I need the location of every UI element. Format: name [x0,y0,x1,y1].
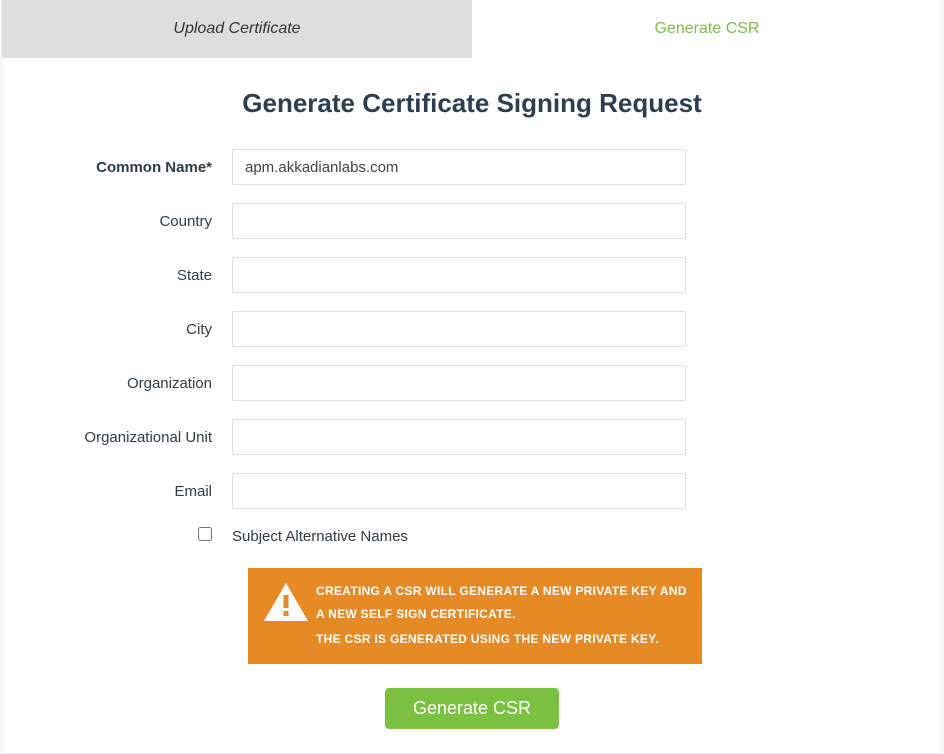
row-submit: Generate CSR [2,688,942,729]
label-state: State [2,267,232,284]
warning-box: CREATING A CSR WILL GENERATE A NEW PRIVA… [248,568,702,664]
row-state: State [2,257,942,293]
row-country: Country [2,203,942,239]
tab-label: Upload Certificate [173,20,300,37]
row-organization: Organization [2,365,942,401]
label-city: City [2,321,232,338]
label-country: Country [2,213,232,230]
tab-strip: Upload Certificate Generate CSR [2,0,942,58]
row-email: Email [2,473,942,509]
input-city[interactable] [232,311,686,347]
input-organization[interactable] [232,365,686,401]
row-org-unit: Organizational Unit [2,419,942,455]
tab-label: Generate CSR [655,20,760,37]
tab-upload-certificate[interactable]: Upload Certificate [2,0,472,58]
input-email[interactable] [232,473,686,509]
checkbox-san[interactable] [198,527,212,541]
csr-form-container: Upload Certificate Generate CSR Generate… [1,0,943,754]
tab-generate-csr[interactable]: Generate CSR [472,0,942,58]
row-common-name: Common Name* [2,149,942,185]
page-title: Generate Certificate Signing Request [2,88,942,119]
generate-csr-button[interactable]: Generate CSR [385,688,559,729]
row-san: Subject Alternative Names [2,527,942,546]
warning-icon [256,580,316,652]
input-country[interactable] [232,203,686,239]
label-san: Subject Alternative Names [232,528,408,545]
warning-line1: CREATING A CSR WILL GENERATE A NEW PRIVA… [316,580,688,626]
label-common-name: Common Name* [2,159,232,176]
label-email: Email [2,483,232,500]
label-organization: Organization [2,375,232,392]
input-state[interactable] [232,257,686,293]
form-content: Generate Certificate Signing Request Com… [2,58,942,753]
row-city: City [2,311,942,347]
warning-line2: THE CSR IS GENERATED USING THE NEW PRIVA… [316,628,688,651]
row-warning: CREATING A CSR WILL GENERATE A NEW PRIVA… [2,568,942,664]
label-org-unit: Organizational Unit [2,429,232,446]
input-org-unit[interactable] [232,419,686,455]
warning-text: CREATING A CSR WILL GENERATE A NEW PRIVA… [316,580,688,652]
input-common-name[interactable] [232,149,686,185]
